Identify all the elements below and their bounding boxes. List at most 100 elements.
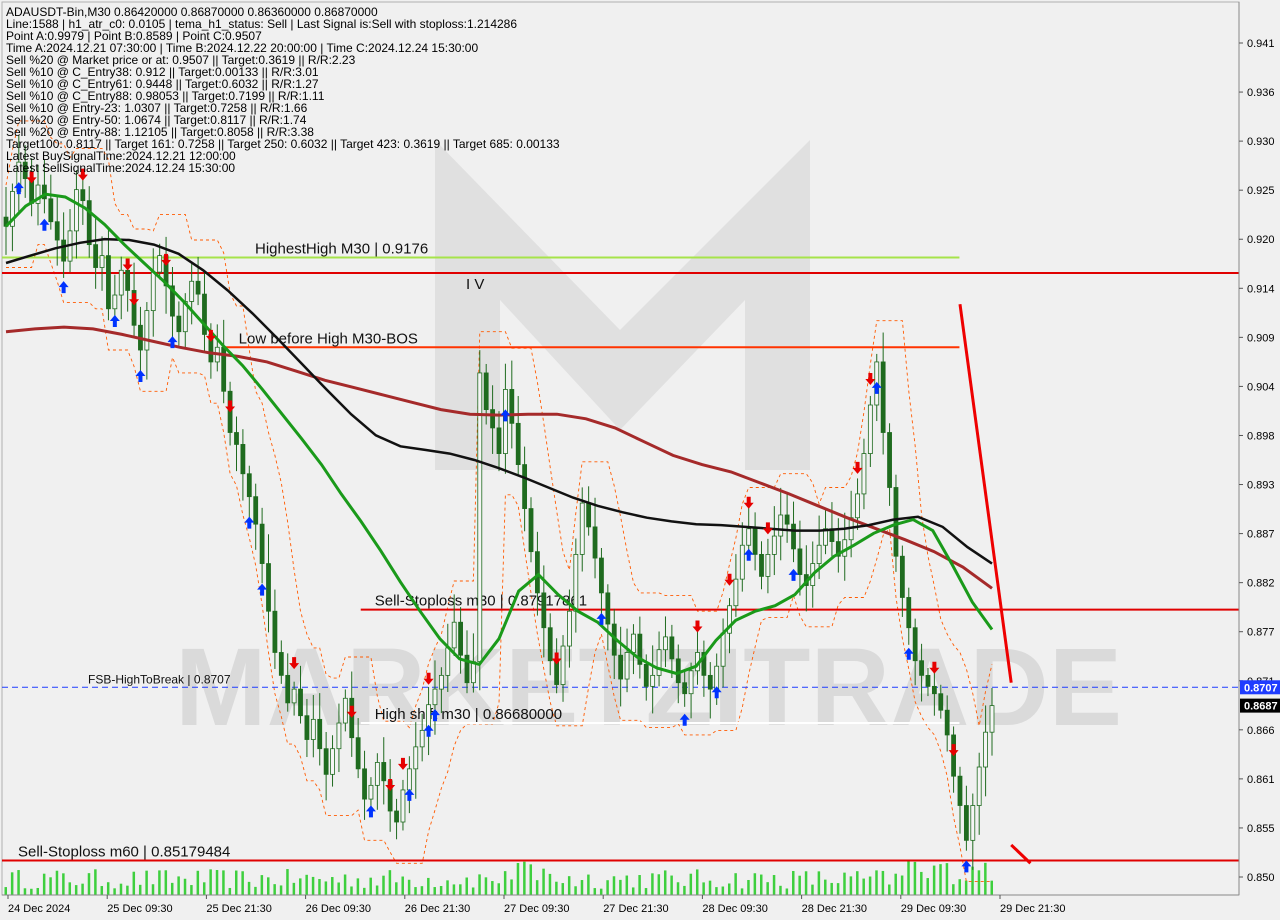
volume-bar [407,879,411,895]
candle-body [48,198,54,223]
x-tick-label: 25 Dec 09:30 [107,903,172,915]
volume-bar [151,884,155,895]
candle-body [682,682,688,695]
volume-bar [138,884,142,895]
volume-bar [734,873,737,895]
candle-body [112,294,118,310]
volume-bar [644,888,648,895]
volume-bar [279,885,283,895]
candle-body [560,645,566,685]
volume-bar [920,871,923,895]
volume-bar [619,879,622,895]
volume-bar [234,870,238,895]
volume-bar [702,882,705,895]
candle-body [976,766,982,806]
candle-body [157,255,163,273]
candle-body [259,523,265,564]
candle-body [483,372,489,410]
candle-body [746,528,752,546]
volume-bar [17,870,20,895]
volume-bar [625,875,629,895]
candle-body [310,718,316,740]
candle-body [912,627,918,662]
volume-bar [670,875,673,895]
candle-body [285,674,291,704]
candle-body [93,244,99,268]
candle-body [899,555,905,598]
candle-body [739,544,745,580]
candle-body [61,239,67,262]
volume-bar [254,886,257,895]
y-tick-label: 0.930 [1247,136,1275,148]
candle-body [791,523,796,550]
volume-bar [747,879,750,895]
volume-bar [202,882,206,895]
volume-bar [772,875,776,895]
volume-bar [555,881,558,895]
volume-bar [215,870,219,895]
candle-body [125,269,131,291]
volume-bar [190,885,193,895]
volume-bar [516,862,520,895]
x-tick-label: 25 Dec 21:30 [206,903,271,915]
candle-body [963,805,969,841]
volume-bar [369,877,372,895]
volume-bar [843,872,846,895]
candle-body [195,280,201,295]
price-chart[interactable]: MARKETZITRADE HighestHigh M30 | 0.9176Lo… [0,0,1280,920]
volume-bar [55,870,59,895]
volume-bar [132,871,136,895]
candle-body [99,255,105,268]
candle-body [317,718,323,750]
volume-bar [177,876,180,895]
volume-bar [260,875,264,895]
y-tick-label: 0.909 [1247,332,1275,344]
candle-body [406,768,412,791]
candle-body [253,496,259,525]
candle-body [688,670,694,695]
volume-bar [106,882,110,895]
volume-bar [331,877,334,895]
volume-bar [631,887,635,895]
volume-bar [49,877,52,895]
candle-body [323,748,329,775]
volume-bar [945,863,949,895]
y-tick-label: 0.904 [1247,381,1275,393]
volume-bar [465,877,468,895]
volume-bar [87,873,91,895]
volume-bar [241,871,244,895]
volume-bar [395,882,398,895]
volume-bar [119,883,123,895]
candle-body [189,280,195,302]
candle-body [272,610,278,653]
volume-bar [523,861,526,895]
candle-body [118,269,124,296]
candle-body [880,361,886,433]
candle-body [893,487,899,557]
candle-body [707,674,713,690]
volume-bar [894,873,897,895]
candle-body [150,271,156,312]
volume-bar [324,881,328,895]
candle-body [887,432,892,488]
volume-bar [856,871,859,895]
candle-body [381,762,387,782]
candle-body [368,784,374,800]
chart-window[interactable]: MARKETZITRADE HighestHigh M30 | 0.9176 Lo… [0,0,1280,920]
x-tick-label: 26 Dec 09:30 [306,903,371,915]
volume-bar [830,882,833,895]
candle-body [714,665,720,690]
volume-bar [446,880,449,895]
volume-bar [337,882,340,895]
wave-annotation: I V [466,276,484,293]
volume-bar [170,882,174,895]
candle-body [413,746,419,770]
candle-body [861,453,867,495]
volume-bar [676,882,680,895]
volume-bar [68,882,72,895]
candle-body [86,200,92,246]
volume-bar [599,888,603,895]
volume-bar [888,884,891,895]
volume-bar [824,879,827,895]
candle-body [432,688,438,706]
